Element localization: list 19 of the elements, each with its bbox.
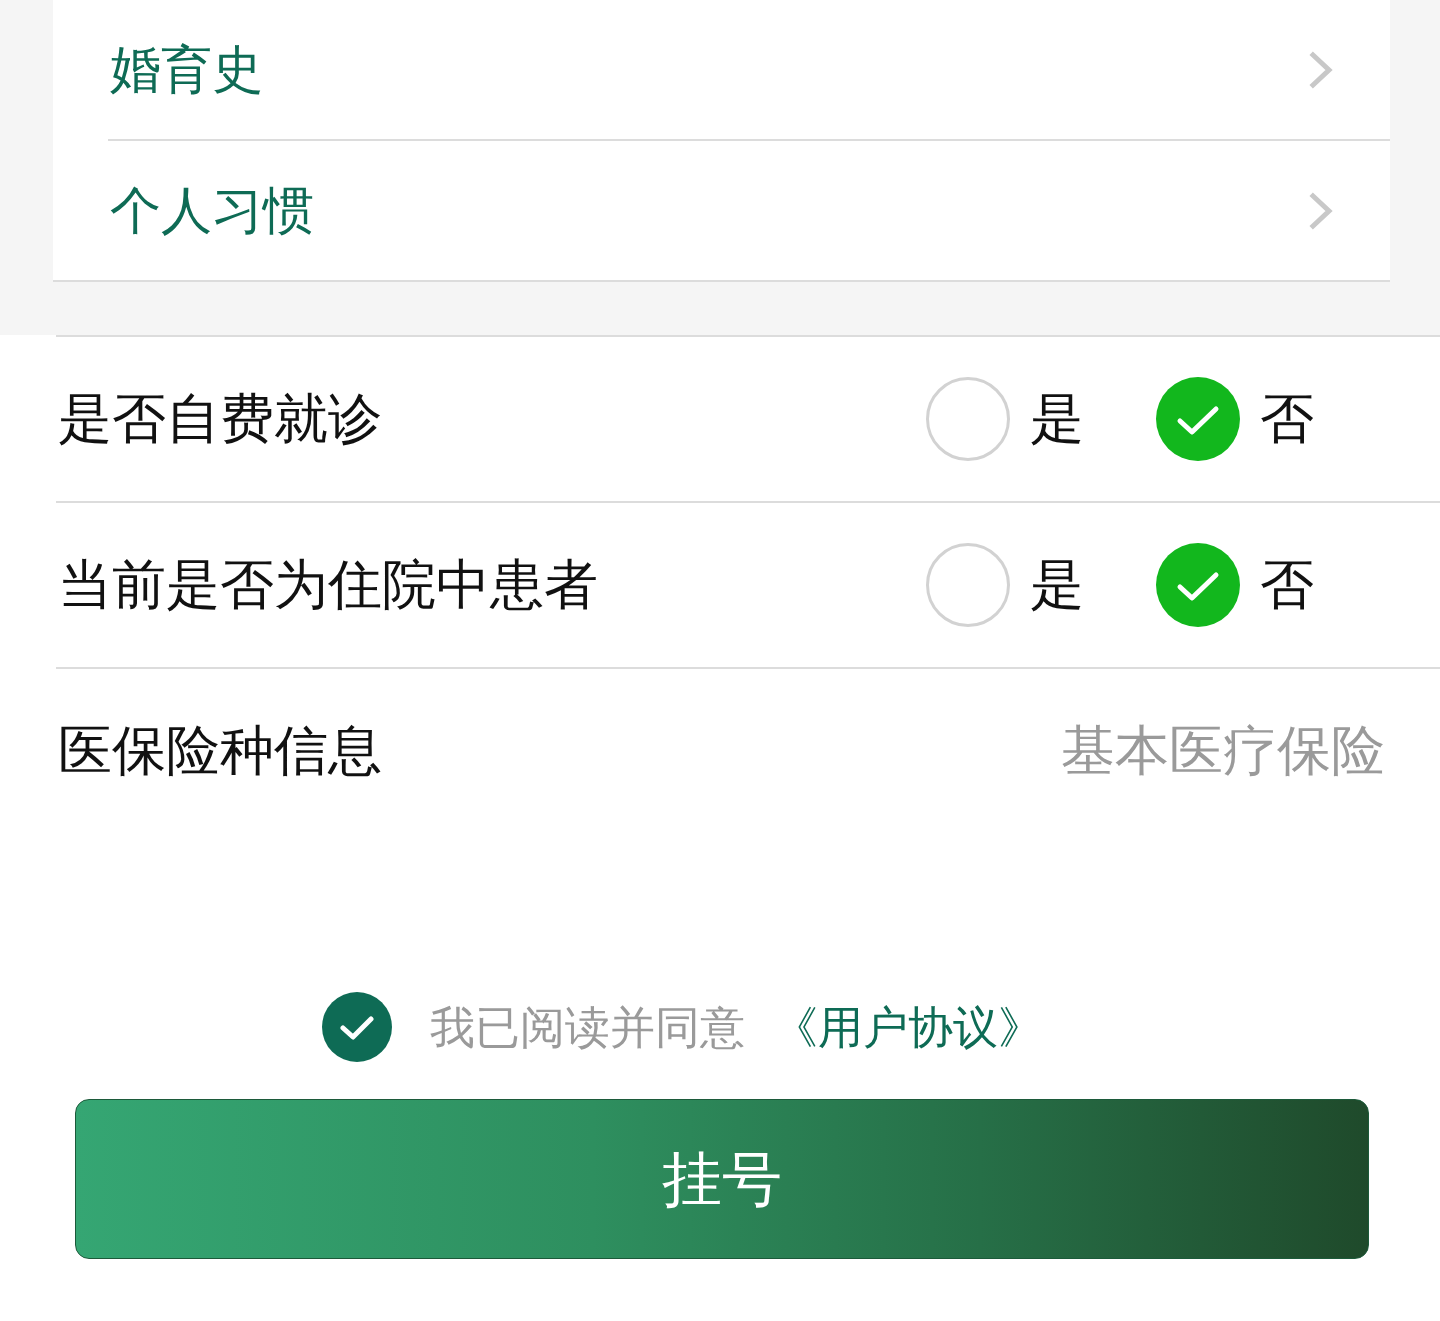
register-button[interactable]: 挂号 — [75, 1099, 1369, 1259]
radio-option[interactable]: 是 — [926, 377, 1084, 461]
menu-item[interactable]: 个人习惯 — [53, 141, 1390, 280]
user-agreement-link[interactable]: 《用户协议》 — [773, 1004, 1043, 1050]
question-label: 医保险种信息 — [58, 724, 382, 778]
checked-checkbox-icon[interactable] — [322, 992, 392, 1062]
chevron-right-icon — [1309, 50, 1333, 89]
question-label: 当前是否为住院中患者 — [58, 558, 598, 612]
menu-item[interactable]: 婚育史 — [53, 0, 1390, 139]
radio-option[interactable]: 否 — [1156, 543, 1314, 627]
checked-radio-icon[interactable] — [1156, 377, 1240, 461]
radio-option[interactable]: 否 — [1156, 377, 1314, 461]
radio-option[interactable]: 是 — [926, 543, 1084, 627]
agreement-text: 我已阅读并同意 — [430, 1004, 745, 1050]
empty-radio-icon[interactable] — [926, 377, 1010, 461]
chevron-right-icon — [1309, 191, 1333, 230]
question-label: 是否自费就诊 — [58, 392, 382, 446]
empty-radio-icon[interactable] — [926, 543, 1010, 627]
checked-radio-icon[interactable] — [1156, 543, 1240, 627]
